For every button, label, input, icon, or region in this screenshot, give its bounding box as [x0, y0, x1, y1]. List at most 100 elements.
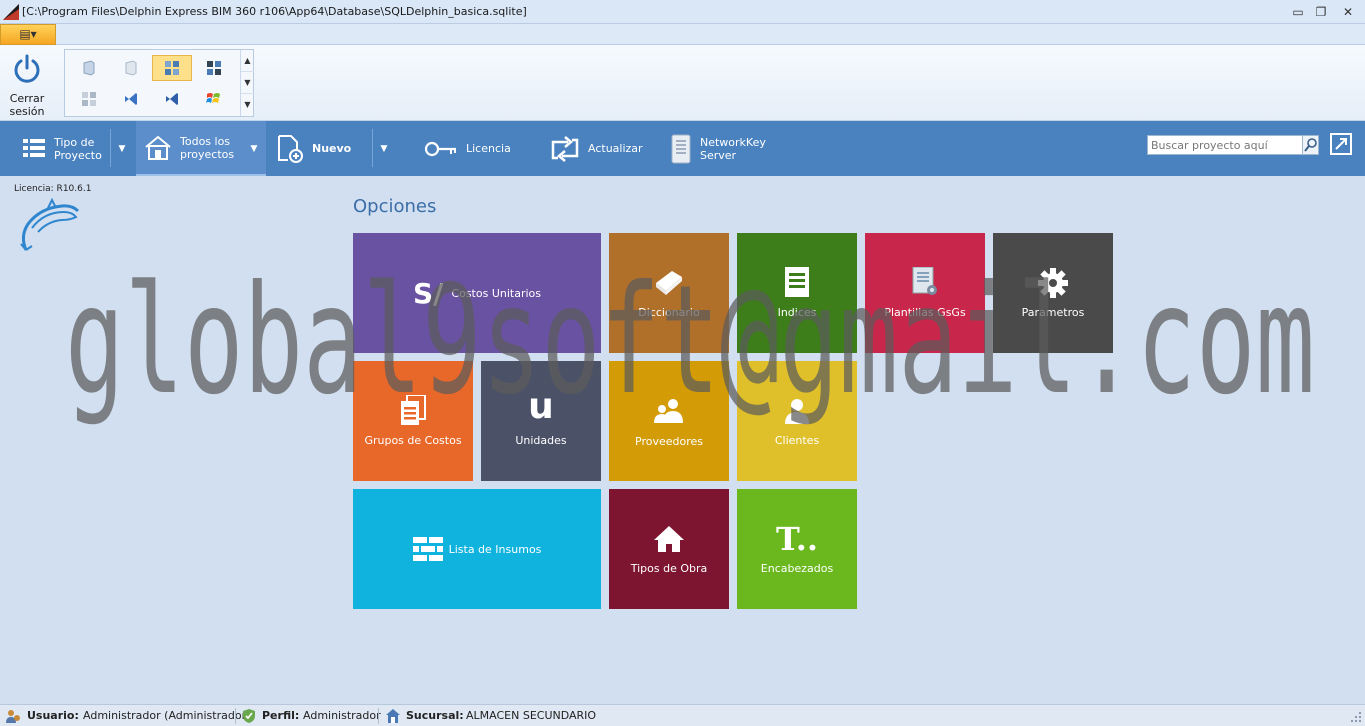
- perfil-value: Administrador: [303, 709, 381, 722]
- office-blue-icon[interactable]: [152, 55, 192, 81]
- networkkey-server-label: NetworkKey Server: [700, 135, 766, 162]
- tile-grupos-de-costos[interactable]: Grupos de Costos: [353, 361, 473, 481]
- todos-proyectos-dropdown[interactable]: ▼: [244, 121, 264, 176]
- style-gallery: ▲ ▼ ▼: [64, 49, 254, 117]
- gallery-expand[interactable]: ▼: [241, 94, 254, 116]
- vs2010-icon[interactable]: [111, 86, 151, 112]
- template-settings-icon: [912, 267, 937, 295]
- menu-strip: ▤▾: [0, 24, 1365, 45]
- app-logo-icon: [3, 4, 19, 20]
- office-silver-icon[interactable]: [69, 86, 109, 112]
- gallery-scroll-down[interactable]: ▼: [241, 72, 254, 94]
- resize-grip-icon[interactable]: [1350, 711, 1362, 723]
- logout-label: Cerrar sesión: [9, 92, 45, 118]
- tile-clientes[interactable]: Clientes: [737, 361, 857, 481]
- search-icon: [1304, 138, 1317, 152]
- tile-tipos-de-obra[interactable]: Tipos de Obra: [609, 489, 729, 609]
- minimize-button[interactable]: ▭: [1290, 4, 1306, 20]
- window-title: [C:\Program Files\Delphin Express BIM 36…: [22, 5, 527, 18]
- home-icon: [145, 135, 171, 160]
- tile-unidades[interactable]: u Unidades: [481, 361, 601, 481]
- status-separator: [235, 708, 236, 724]
- vs2012-icon[interactable]: [152, 86, 192, 112]
- status-separator: [378, 708, 379, 724]
- ribbon: Cerrar sesión ▲ ▼ ▼: [0, 45, 1365, 121]
- expand-window-button[interactable]: [1330, 133, 1352, 155]
- perfil-label: Perfil:: [262, 709, 300, 722]
- nuevo-label: Nuevo: [312, 142, 352, 155]
- tipo-proyecto-label: Tipo de Proyecto: [54, 135, 102, 162]
- tile-label: Costos Unitarios: [451, 287, 541, 300]
- list-icon: [23, 138, 45, 157]
- units-icon: u: [528, 386, 554, 427]
- nuevo-button[interactable]: Nuevo: [276, 121, 368, 176]
- client-icon: [785, 399, 809, 424]
- tipo-proyecto-button[interactable]: Tipo de Proyecto: [22, 121, 110, 176]
- tile-label: Encabezados: [760, 562, 834, 575]
- gallery-scrollbar[interactable]: ▲ ▼ ▼: [240, 50, 254, 116]
- tile-label: Parametros: [1021, 306, 1085, 319]
- refresh-icon: [551, 135, 579, 162]
- new-document-icon: [278, 134, 303, 163]
- toolbar-separator: [110, 129, 111, 167]
- tile-label: Proveedores: [635, 435, 703, 448]
- branch-house-icon: [386, 709, 400, 723]
- actualizar-button[interactable]: Actualizar: [550, 121, 650, 176]
- tile-label: Lista de Insumos: [448, 542, 542, 556]
- office-black-icon[interactable]: [194, 55, 234, 81]
- book-icon: [656, 271, 682, 295]
- title-bar: [C:\Program Files\Delphin Express BIM 36…: [0, 0, 1365, 24]
- gallery-scroll-up[interactable]: ▲: [241, 50, 254, 72]
- profile-shield-icon: [243, 709, 255, 723]
- project-search-input[interactable]: Buscar proyecto aquí: [1147, 135, 1303, 155]
- page-title: Opciones: [353, 196, 437, 217]
- house-icon: [654, 526, 684, 552]
- license-version-label: Licencia: R10.6.1: [14, 184, 92, 194]
- bricks-icon: [412, 537, 443, 561]
- todos-proyectos-label: Todos los proyectos: [180, 134, 235, 161]
- licencia-button[interactable]: Licencia: [424, 121, 520, 176]
- users-icon: [654, 399, 683, 423]
- search-button[interactable]: [1302, 135, 1319, 155]
- tile-proveedores[interactable]: Proveedores: [609, 361, 729, 481]
- currency-icon: S/: [413, 277, 444, 310]
- document-list-icon: [785, 267, 809, 297]
- windows7-icon[interactable]: [194, 86, 234, 112]
- actualizar-label: Actualizar: [588, 142, 643, 155]
- gear-icon: [1038, 268, 1068, 298]
- application-menu-button[interactable]: ▤▾: [0, 24, 56, 45]
- expand-icon: [1330, 133, 1352, 155]
- key-icon: [424, 141, 456, 156]
- sucursal-value: ALMACEN SECUNDARIO: [466, 709, 597, 722]
- tile-parametros[interactable]: Parametros: [993, 233, 1113, 353]
- sucursal-label: Sucursal:: [406, 709, 464, 722]
- toolbar-separator: [372, 129, 373, 167]
- tipo-proyecto-dropdown[interactable]: ▼: [112, 121, 132, 176]
- tile-label: Plantillas GsGs: [884, 306, 966, 319]
- dolphin-logo-icon: [20, 198, 80, 251]
- tile-plantillas-gsgs[interactable]: Plantillas GsGs: [865, 233, 985, 353]
- restore-button[interactable]: ❐: [1313, 4, 1329, 20]
- tile-lista-de-insumos[interactable]: Lista de Insumos: [353, 489, 601, 609]
- user-icon: [6, 710, 20, 723]
- tile-label: Diccionario: [638, 306, 700, 319]
- tile-costos-unitarios[interactable]: S/ Costos Unitarios: [353, 233, 601, 353]
- nuevo-dropdown[interactable]: ▼: [374, 121, 394, 176]
- document-group-icon: [401, 395, 426, 425]
- tile-encabezados[interactable]: T.. Encabezados: [737, 489, 857, 609]
- office-2010-icon[interactable]: [111, 55, 151, 81]
- logout-button[interactable]: Cerrar sesión: [4, 49, 50, 118]
- tile-indices[interactable]: Indices: [737, 233, 857, 353]
- tile-label: Clientes: [774, 434, 820, 447]
- networkkey-server-button[interactable]: NetworkKey Server: [670, 121, 780, 176]
- close-button[interactable]: ✕: [1340, 4, 1356, 20]
- text-header-icon: T..: [776, 520, 818, 558]
- tile-label: Unidades: [515, 434, 567, 447]
- power-icon: [14, 54, 40, 83]
- tile-diccionario[interactable]: Diccionario: [609, 233, 729, 353]
- office-2007-icon[interactable]: [69, 55, 109, 81]
- tile-label: Indices: [777, 306, 817, 319]
- tile-label: Tipos de Obra: [630, 562, 708, 575]
- usuario-value: Administrador (Administrador): [83, 709, 251, 722]
- usuario-label: Usuario:: [27, 709, 79, 722]
